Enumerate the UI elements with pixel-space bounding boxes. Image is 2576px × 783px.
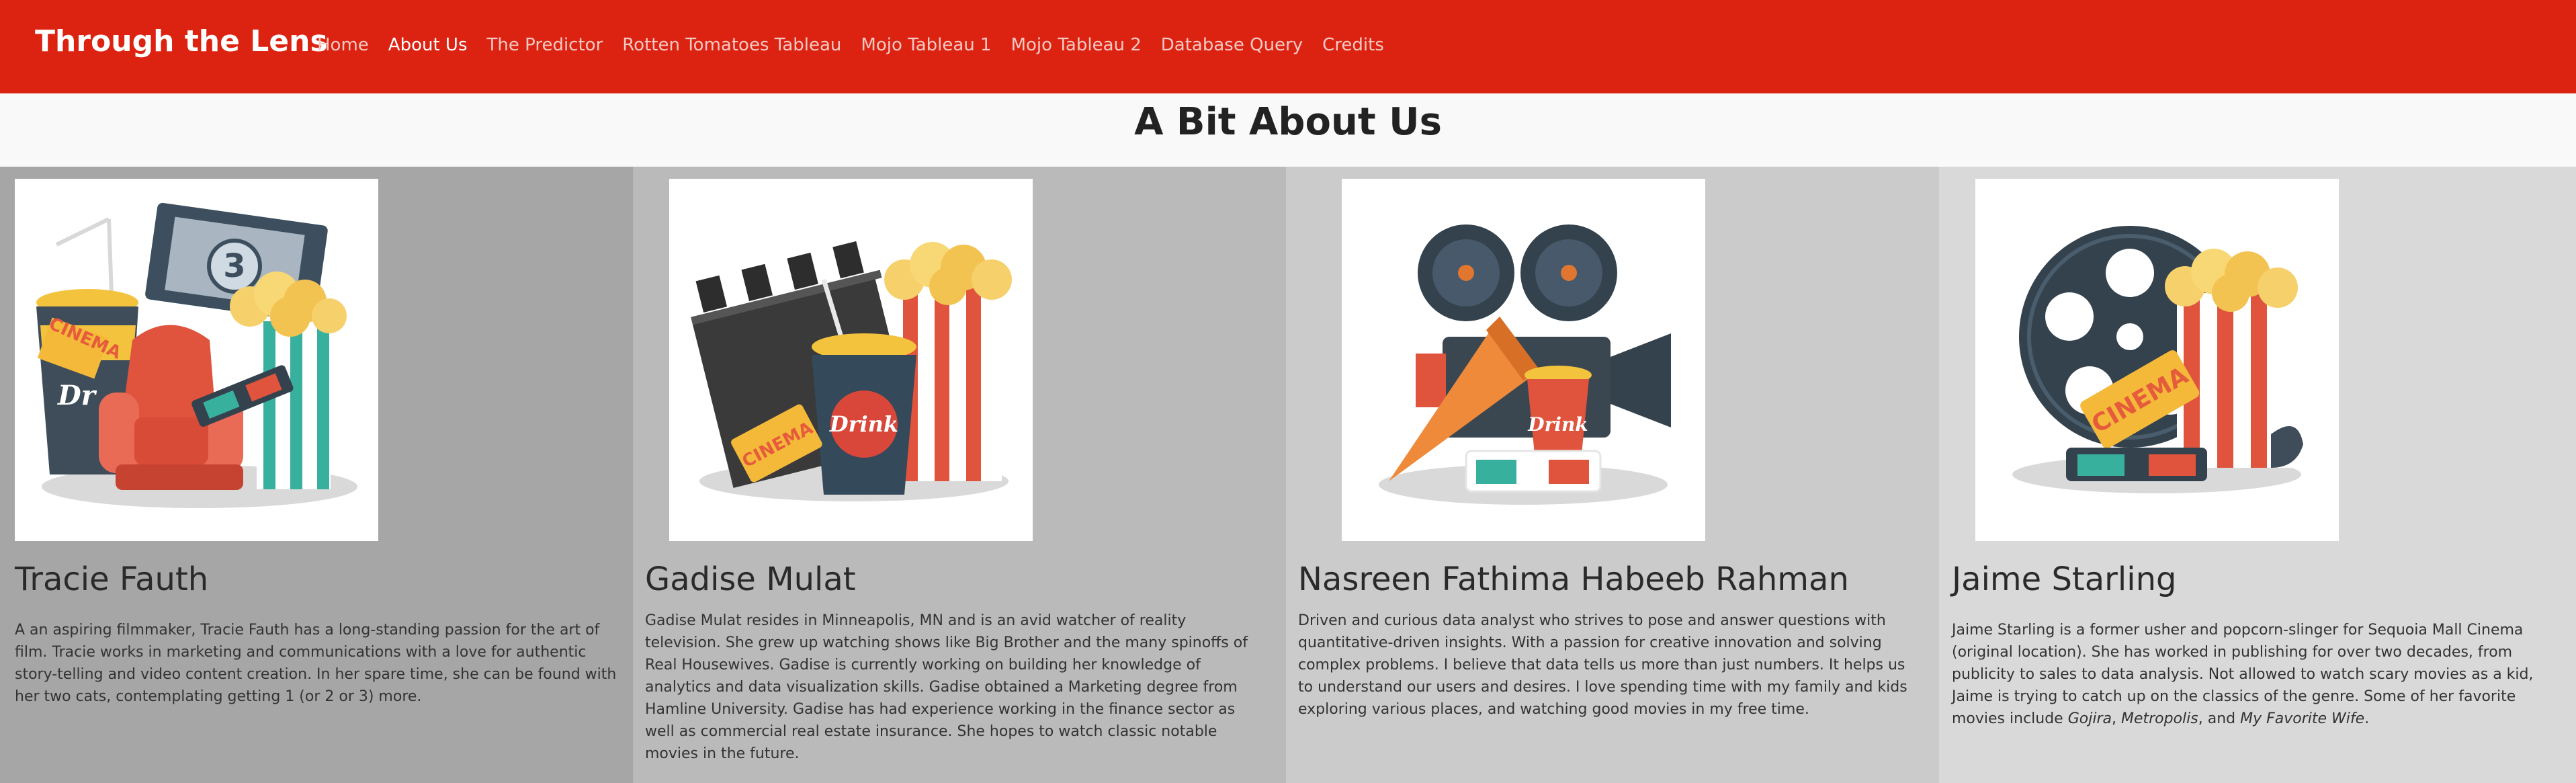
svg-text:Drink: Drink	[829, 411, 898, 437]
member-name: Tracie Fauth	[15, 561, 209, 598]
film-camera-megaphone-illustration: Drink	[1379, 224, 1671, 505]
nav-link-the-predictor[interactable]: The Predictor	[487, 35, 603, 55]
svg-text:Dr: Dr	[57, 380, 97, 411]
clapperboard-drink-popcorn-illustration: Drink CINEMA	[683, 237, 1012, 501]
member-name: Gadise Mulat	[645, 561, 856, 598]
film-reel-popcorn-illustration: CINEMA	[2012, 226, 2303, 493]
cinema-chair-popcorn-illustration: 3 CINEMA Dr	[36, 202, 357, 508]
nav-link-about-us[interactable]: About Us	[388, 35, 468, 55]
nav-link-rotten-tomatoes-tableau[interactable]: Rotten Tomatoes Tableau	[622, 35, 841, 55]
member-bio: Jaime Starling is a former usher and pop…	[1952, 622, 2534, 727]
member-bio: Driven and curious data analyst who stri…	[1298, 612, 1907, 718]
nav-links: Home About Us The Predictor Rotten Tomat…	[317, 35, 1404, 55]
favorite-movie: My Favorite Wife	[2240, 710, 2365, 727]
page-title: A Bit About Us	[1134, 100, 1442, 144]
nav-link-mojo-tableau-1[interactable]: Mojo Tableau 1	[861, 35, 991, 55]
navbar: Through the Lens Home About Us The Predi…	[0, 0, 2576, 93]
member-photo: Drink	[1342, 179, 1705, 541]
member-card-nasreen: Drink Nasreen Fathima Habeeb Rahman Driv…	[1286, 167, 1939, 783]
team-members: 3 CINEMA Dr Tracie Fauth A an aspiring f…	[0, 167, 2576, 783]
svg-text:Drink: Drink	[1527, 413, 1588, 436]
page-banner: A Bit About Us	[0, 93, 2576, 167]
member-bio: A an aspiring filmmaker, Tracie Fauth ha…	[15, 622, 617, 705]
favorite-movie: Metropolis	[2120, 710, 2198, 727]
member-bio: Gadise Mulat resides in Minneapolis, MN …	[645, 612, 1248, 762]
member-card-jaime: CINEMA Jaime Starling Jaime Starling is …	[1939, 167, 2576, 783]
member-card-gadise: Drink CINEMA Gadise Mulat Gadise Mulat r…	[633, 167, 1286, 783]
nav-link-home[interactable]: Home	[317, 35, 369, 55]
member-card-tracie: 3 CINEMA Dr Tracie Fauth A an aspiring f…	[0, 167, 633, 783]
member-photo: 3 CINEMA Dr	[15, 179, 378, 541]
member-name: Jaime Starling	[1952, 561, 2177, 598]
member-photo: Drink CINEMA	[669, 179, 1033, 541]
favorite-movie: Gojira	[2067, 710, 2112, 727]
svg-text:3: 3	[223, 247, 245, 285]
brand-title[interactable]: Through the Lens	[35, 24, 328, 58]
nav-link-mojo-tableau-2[interactable]: Mojo Tableau 2	[1011, 35, 1142, 55]
member-photo: CINEMA	[1975, 179, 2339, 541]
nav-link-credits[interactable]: Credits	[1322, 35, 1384, 55]
nav-link-database-query[interactable]: Database Query	[1161, 35, 1303, 55]
member-name: Nasreen Fathima Habeeb Rahman	[1298, 561, 1849, 598]
